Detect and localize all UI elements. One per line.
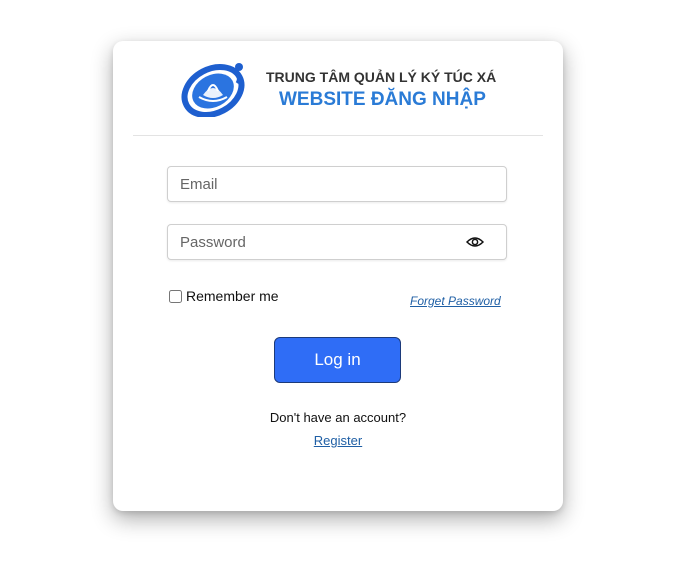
register-row: Register	[113, 433, 563, 448]
login-header: TRUNG TÂM QUẢN LÝ KÝ TÚC XÁ WEBSITE ĐĂNG…	[113, 41, 563, 135]
login-button[interactable]: Log in	[274, 337, 401, 383]
remember-me[interactable]: Remember me	[168, 288, 279, 304]
header-divider	[133, 135, 543, 136]
password-field-wrapper	[167, 224, 507, 260]
register-link[interactable]: Register	[314, 433, 362, 448]
forget-password-link[interactable]: Forget Password	[410, 294, 501, 308]
page-title: WEBSITE ĐĂNG NHẬP	[279, 89, 486, 110]
dormitory-logo-icon	[181, 63, 245, 117]
password-field[interactable]	[168, 225, 506, 259]
email-field-wrapper	[167, 166, 507, 202]
eye-icon[interactable]	[466, 235, 484, 249]
remember-me-checkbox[interactable]	[169, 289, 182, 303]
no-account-text: Don't have an account?	[269, 410, 407, 425]
email-field[interactable]	[168, 167, 506, 201]
org-name: TRUNG TÂM QUẢN LÝ KÝ TÚC XÁ	[266, 69, 497, 85]
remember-me-label: Remember me	[186, 288, 279, 304]
login-card: TRUNG TÂM QUẢN LÝ KÝ TÚC XÁ WEBSITE ĐĂNG…	[113, 41, 563, 511]
